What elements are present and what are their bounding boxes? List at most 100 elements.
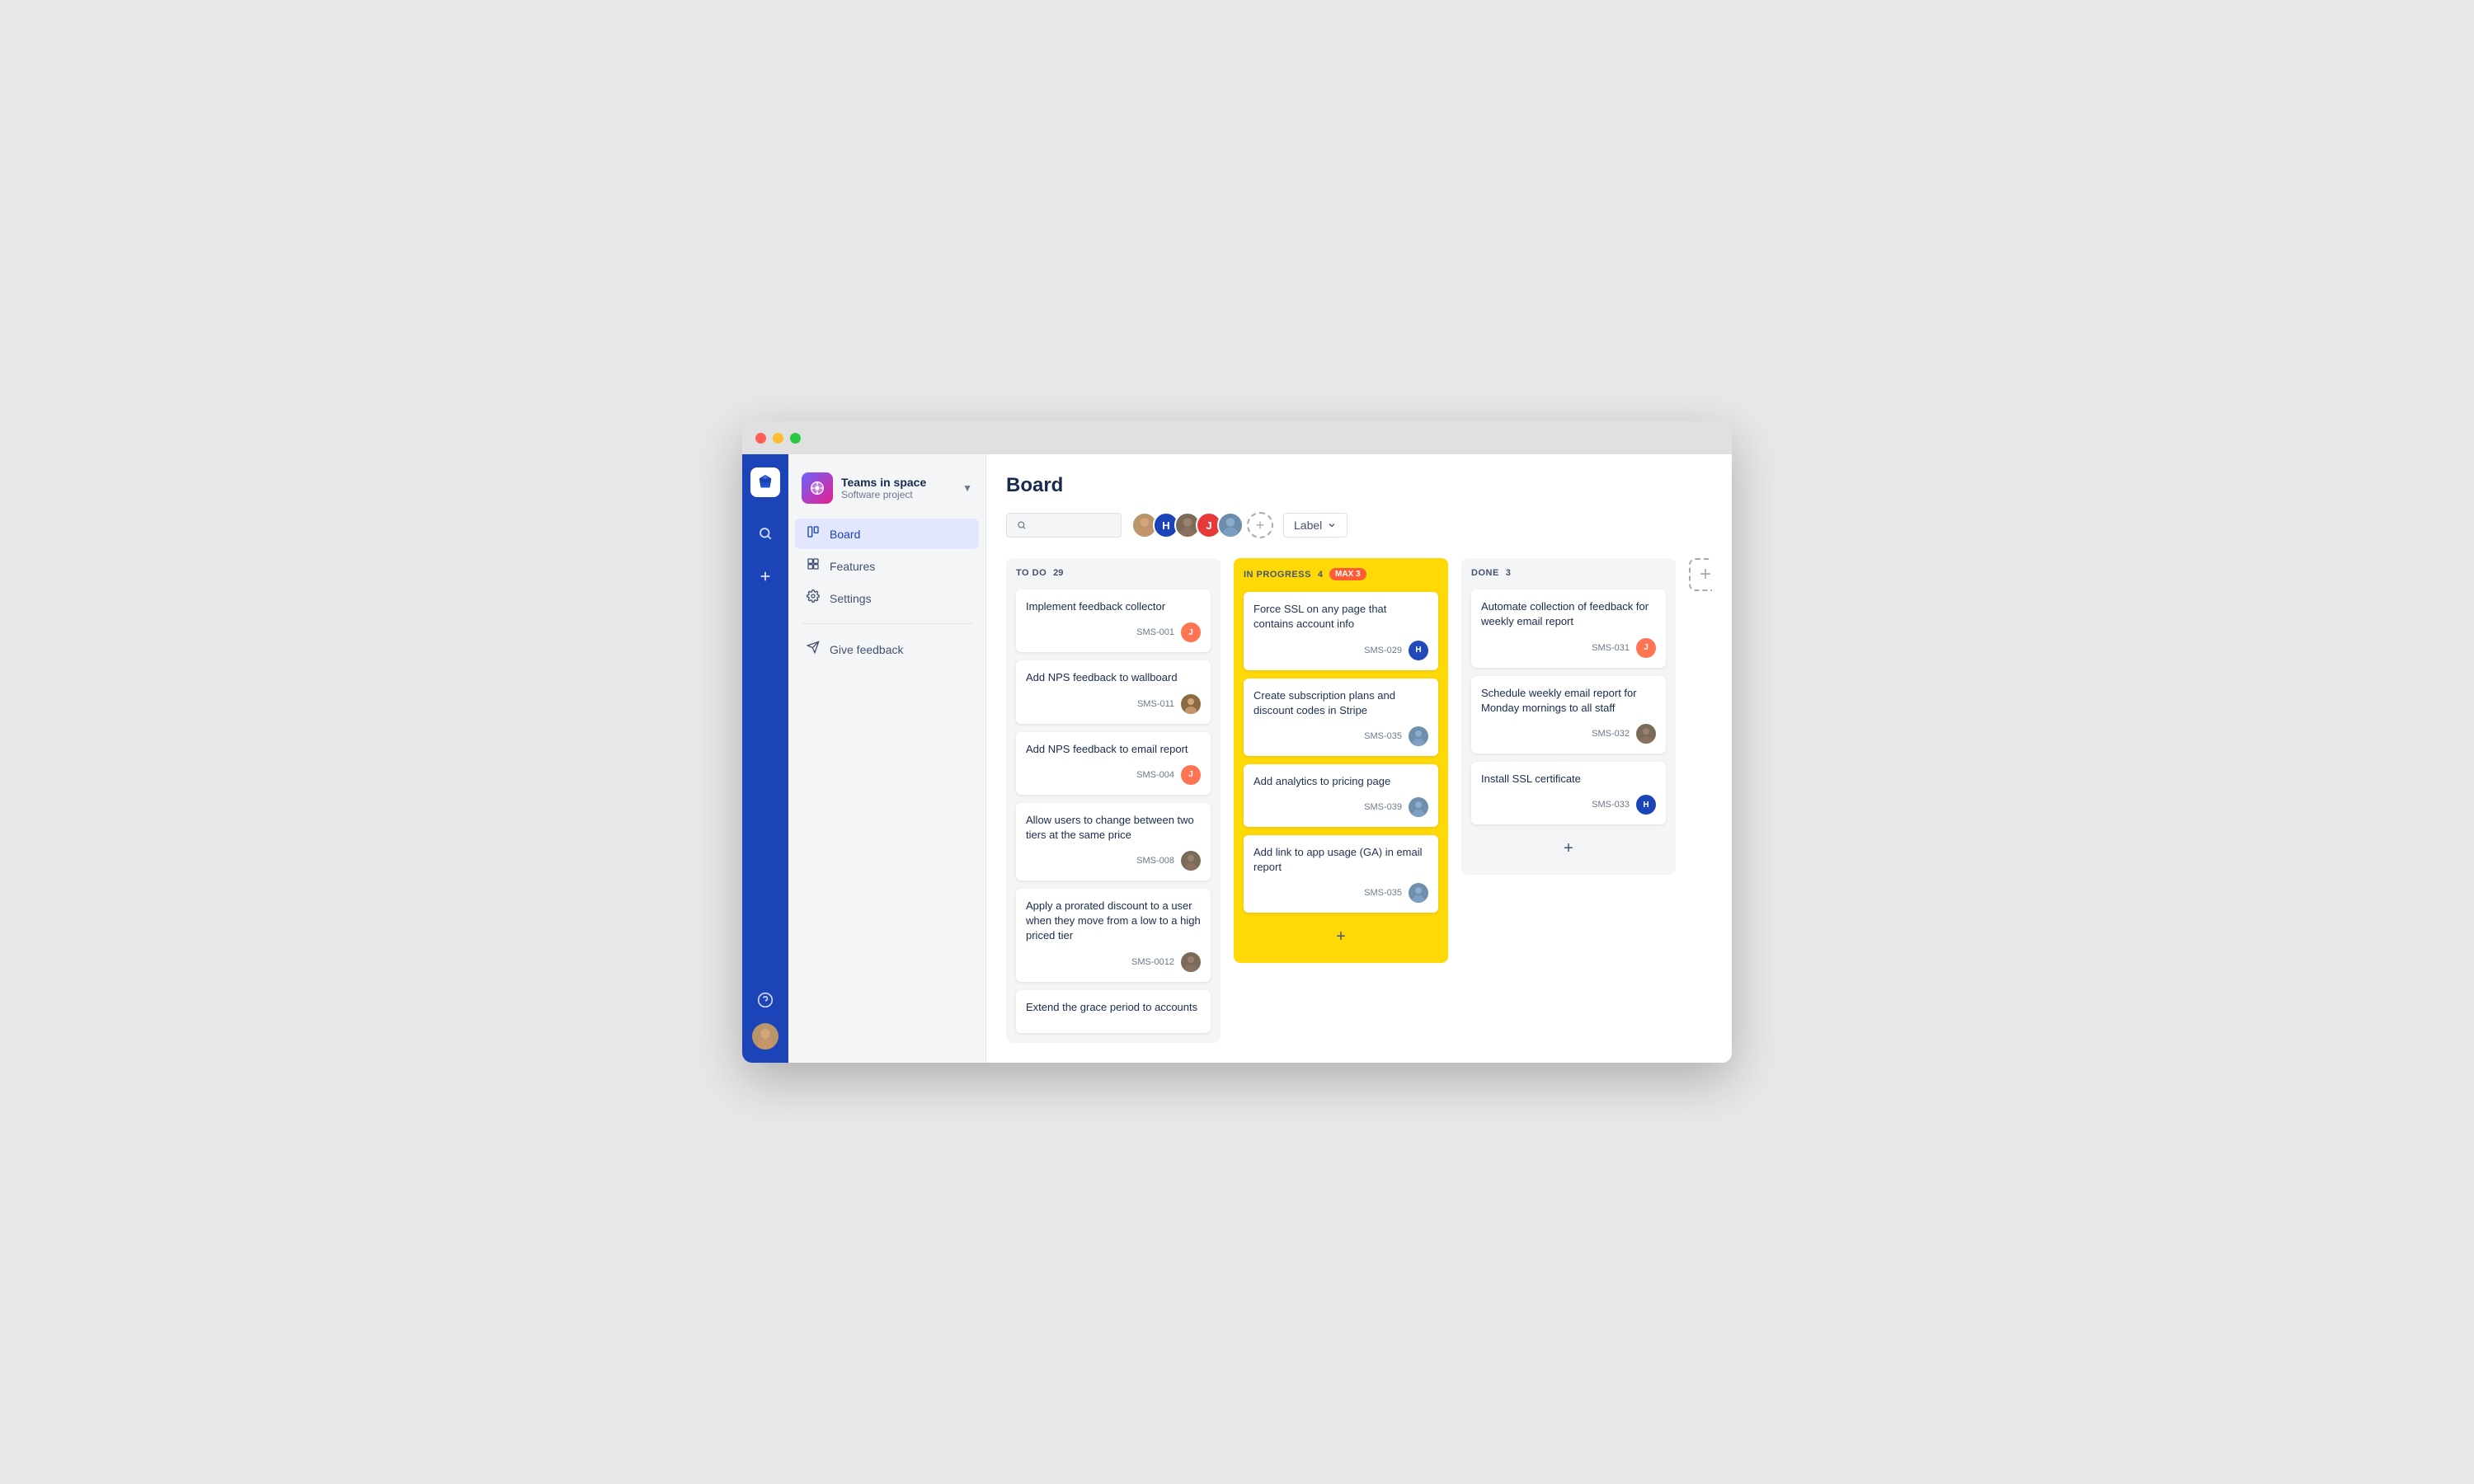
board-icon bbox=[805, 525, 821, 542]
project-type: Software project bbox=[841, 489, 954, 500]
card-sms-039-footer: SMS-039 bbox=[1253, 797, 1428, 817]
card-extend-title: Extend the grace period to accounts bbox=[1026, 1000, 1201, 1015]
done-count: 3 bbox=[1506, 568, 1511, 578]
card-sms-033-footer: SMS-033 H bbox=[1481, 795, 1656, 815]
app-body: Teams in space Software project ▼ Board bbox=[742, 454, 1732, 1063]
card-sms-039-avatar bbox=[1409, 797, 1428, 817]
card-sms-033-id: SMS-033 bbox=[1592, 800, 1630, 810]
column-done: DONE 3 Automate collection of feedback f… bbox=[1461, 558, 1676, 875]
inprogress-count: 4 bbox=[1318, 570, 1323, 580]
card-extend[interactable]: Extend the grace period to accounts bbox=[1016, 990, 1211, 1033]
card-sms-011[interactable]: Add NPS feedback to wallboard SMS-011 bbox=[1016, 660, 1211, 723]
minimize-button[interactable] bbox=[773, 433, 783, 444]
card-sms-0012-avatar bbox=[1181, 952, 1201, 972]
maximize-button[interactable] bbox=[790, 433, 801, 444]
features-icon bbox=[805, 557, 821, 575]
sidebar-divider bbox=[802, 623, 972, 624]
card-sms-011-footer: SMS-011 bbox=[1026, 694, 1201, 714]
sidebar-item-settings[interactable]: Settings bbox=[795, 583, 979, 613]
card-sms-031-title: Automate collection of feedback for week… bbox=[1481, 599, 1656, 629]
add-card-inprogress-button[interactable]: + bbox=[1244, 921, 1438, 953]
card-sms-035b-footer: SMS-035 bbox=[1253, 883, 1428, 903]
card-sms-035b-title: Add link to app usage (GA) in email repo… bbox=[1253, 845, 1428, 875]
card-sms-039-id: SMS-039 bbox=[1364, 802, 1402, 812]
search-icon bbox=[1017, 519, 1027, 531]
close-button[interactable] bbox=[755, 433, 766, 444]
toolbar: H J + Label bbox=[1006, 512, 1712, 538]
card-sms-031-avatar: J bbox=[1636, 638, 1656, 658]
label-filter-text: Label bbox=[1294, 519, 1322, 532]
settings-icon bbox=[805, 589, 821, 607]
card-sms-001-avatar: J bbox=[1181, 622, 1201, 642]
sidebar-bottom-nav: Give feedback bbox=[788, 634, 985, 665]
board-area: TO DO 29 Implement feedback collector SM… bbox=[1006, 558, 1712, 1043]
settings-label: Settings bbox=[830, 592, 872, 605]
card-sms-035a[interactable]: Create subscription plans and discount c… bbox=[1244, 679, 1438, 756]
max-badge: MAX 3 bbox=[1329, 568, 1366, 580]
card-sms-0012[interactable]: Apply a prorated discount to a user when… bbox=[1016, 889, 1211, 982]
column-inprogress: IN PROGRESS 4 MAX 3 Force SSL on any pag… bbox=[1234, 558, 1448, 963]
project-icon bbox=[802, 472, 833, 504]
board-label: Board bbox=[830, 528, 860, 541]
card-sms-039-title: Add analytics to pricing page bbox=[1253, 774, 1428, 789]
card-sms-033[interactable]: Install SSL certificate SMS-033 H bbox=[1471, 762, 1666, 824]
sidebar: Teams in space Software project ▼ Board bbox=[788, 454, 986, 1063]
card-sms-031[interactable]: Automate collection of feedback for week… bbox=[1471, 589, 1666, 667]
card-sms-001-id: SMS-001 bbox=[1136, 627, 1174, 637]
card-sms-004-title: Add NPS feedback to email report bbox=[1026, 742, 1201, 757]
card-sms-004-id: SMS-004 bbox=[1136, 770, 1174, 780]
features-label: Features bbox=[830, 560, 875, 573]
avatar-filter-5[interactable] bbox=[1217, 512, 1244, 538]
card-sms-029-avatar: H bbox=[1409, 641, 1428, 660]
label-chevron-icon bbox=[1327, 520, 1337, 530]
logo-icon[interactable] bbox=[750, 467, 780, 497]
add-card-done-button[interactable]: + bbox=[1471, 833, 1666, 865]
sidebar-item-features[interactable]: Features bbox=[795, 551, 979, 581]
sidebar-item-board[interactable]: Board bbox=[795, 519, 979, 549]
done-title: DONE bbox=[1471, 568, 1499, 578]
help-icon[interactable] bbox=[752, 987, 778, 1013]
add-column-button[interactable]: + bbox=[1689, 558, 1712, 591]
column-todo: TO DO 29 Implement feedback collector SM… bbox=[1006, 558, 1221, 1043]
sidebar-nav: Board Features bbox=[788, 519, 985, 613]
card-sms-008-avatar bbox=[1181, 851, 1201, 871]
card-sms-035b-id: SMS-035 bbox=[1364, 888, 1402, 898]
card-sms-031-id: SMS-031 bbox=[1592, 643, 1630, 653]
sidebar-item-feedback[interactable]: Give feedback bbox=[795, 634, 979, 665]
project-header[interactable]: Teams in space Software project ▼ bbox=[788, 464, 985, 512]
card-sms-004[interactable]: Add NPS feedback to email report SMS-004… bbox=[1016, 732, 1211, 795]
card-sms-008[interactable]: Allow users to change between two tiers … bbox=[1016, 803, 1211, 881]
card-sms-035a-id: SMS-035 bbox=[1364, 731, 1402, 741]
card-sms-008-title: Allow users to change between two tiers … bbox=[1026, 813, 1201, 843]
feedback-label: Give feedback bbox=[830, 643, 904, 656]
card-sms-008-footer: SMS-008 bbox=[1026, 851, 1201, 871]
card-sms-001[interactable]: Implement feedback collector SMS-001 J bbox=[1016, 589, 1211, 652]
card-sms-035a-footer: SMS-035 bbox=[1253, 726, 1428, 746]
project-name: Teams in space bbox=[841, 476, 954, 489]
card-sms-032-footer: SMS-032 bbox=[1481, 724, 1656, 744]
search-nav-icon[interactable] bbox=[752, 520, 778, 547]
project-chevron-icon: ▼ bbox=[962, 482, 972, 494]
column-todo-header: TO DO 29 bbox=[1016, 568, 1211, 578]
card-sms-008-id: SMS-008 bbox=[1136, 856, 1174, 866]
search-input[interactable] bbox=[1033, 519, 1111, 532]
card-sms-029-footer: SMS-029 H bbox=[1253, 641, 1428, 660]
card-sms-035b[interactable]: Add link to app usage (GA) in email repo… bbox=[1244, 835, 1438, 913]
card-sms-033-avatar: H bbox=[1636, 795, 1656, 815]
card-sms-011-avatar bbox=[1181, 694, 1201, 714]
user-avatar[interactable] bbox=[752, 1023, 778, 1050]
add-nav-icon[interactable] bbox=[752, 563, 778, 589]
card-sms-029[interactable]: Force SSL on any page that contains acco… bbox=[1244, 592, 1438, 669]
left-nav bbox=[742, 454, 788, 1063]
add-member-button[interactable]: + bbox=[1247, 512, 1273, 538]
label-filter-button[interactable]: Label bbox=[1283, 513, 1348, 538]
card-sms-001-footer: SMS-001 J bbox=[1026, 622, 1201, 642]
project-info: Teams in space Software project bbox=[841, 476, 954, 500]
page-title: Board bbox=[1006, 474, 1712, 497]
card-sms-001-title: Implement feedback collector bbox=[1026, 599, 1201, 614]
card-sms-032[interactable]: Schedule weekly email report for Monday … bbox=[1471, 676, 1666, 754]
card-sms-032-id: SMS-032 bbox=[1592, 729, 1630, 739]
card-sms-031-footer: SMS-031 J bbox=[1481, 638, 1656, 658]
card-sms-039[interactable]: Add analytics to pricing page SMS-039 bbox=[1244, 764, 1438, 827]
search-box[interactable] bbox=[1006, 513, 1122, 538]
